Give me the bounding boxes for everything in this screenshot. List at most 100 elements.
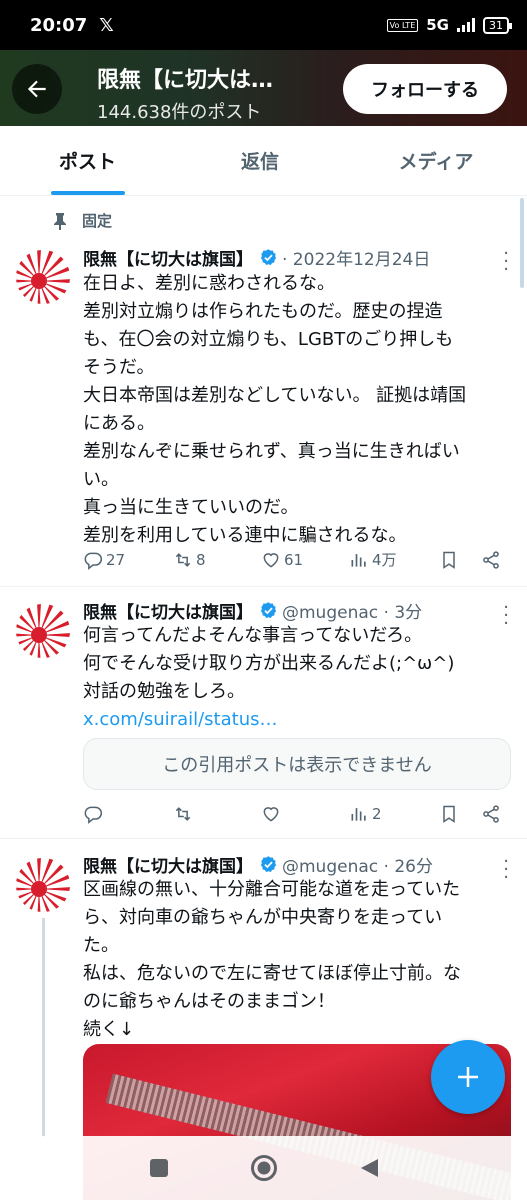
repost-icon xyxy=(175,807,191,821)
pin-icon xyxy=(54,212,66,230)
author-name[interactable]: 限無【に切大は旗国】 xyxy=(83,245,253,270)
author-name[interactable]: 限無【に切大は旗国】 xyxy=(83,852,253,877)
profile-header: 限無【に切大は… 144.638件のポスト フォローする xyxy=(0,50,527,126)
post-text: 何言ってんだよそんな事言ってないだろ。 何でそんな受け取り方が出来るんだよ(;^… xyxy=(83,622,513,734)
view-count: 4万 xyxy=(372,551,397,569)
views-button[interactable]: 2 xyxy=(349,804,439,824)
post-line: 何でそんな受け取り方が出来るんだよ(;^ω^) xyxy=(83,653,455,674)
rising-sun-flag-icon xyxy=(16,250,70,304)
repost-button[interactable] xyxy=(173,804,261,824)
post-actions: 2 xyxy=(83,804,507,824)
avatar[interactable] xyxy=(16,250,70,304)
verified-badge-icon xyxy=(260,602,277,618)
scrollbar[interactable] xyxy=(520,198,524,288)
profile-title: 限無【に切大は… xyxy=(97,68,274,93)
post-line: 続く↓ xyxy=(83,1019,135,1040)
post-line: 大日本帝国は差別などしていない。 証拠は靖国 xyxy=(83,385,467,406)
view-count: 2 xyxy=(372,805,382,823)
reply-count: 27 xyxy=(106,550,126,569)
post-count: 144.638件のポスト xyxy=(97,102,262,123)
post-author-row: 限無【に切大は旗国】 · 2022年12月24日 xyxy=(83,245,430,270)
network-type: 5G xyxy=(426,16,449,34)
post-author-row: 限無【に切大は旗国】 @mugenac · 3分 xyxy=(83,598,422,623)
author-name[interactable]: 限無【に切大は旗国】 xyxy=(83,598,253,623)
post-link[interactable]: x.com/suirail/status… xyxy=(83,706,513,734)
views-icon xyxy=(351,553,366,567)
divider xyxy=(0,838,527,839)
repost-icon xyxy=(175,552,191,567)
avatar[interactable] xyxy=(16,858,70,912)
reply-button[interactable] xyxy=(83,804,173,824)
repost-count: 8 xyxy=(196,550,206,569)
heart-icon xyxy=(263,552,279,568)
thread-line xyxy=(42,918,45,1138)
post-line: 差別を利用している連中に騙されるな。 xyxy=(83,525,407,546)
recents-icon[interactable] xyxy=(148,1157,170,1179)
post-actions: 27 8 61 4万 xyxy=(83,549,507,570)
reply-button[interactable]: 27 xyxy=(83,550,173,570)
bookmark-icon xyxy=(443,805,455,823)
follow-button[interactable]: フォローする xyxy=(343,64,507,114)
quote-unavailable[interactable]: この引用ポストは表示できません xyxy=(83,738,511,790)
post-date: · 2022年12月24日 xyxy=(282,250,431,270)
post-line: 真っ当に生きていいのだ。 xyxy=(83,497,299,518)
repost-button[interactable]: 8 xyxy=(173,550,261,570)
avatar[interactable] xyxy=(16,604,70,658)
back-nav-icon[interactable] xyxy=(358,1157,380,1179)
pinned-label: 固定 xyxy=(82,212,113,230)
status-bar: 20:07 𝕏 Vo LTE 5G 31 xyxy=(0,0,527,50)
post-line: 在日よ、差別に惑わされるな。 xyxy=(83,273,335,294)
verified-badge-icon xyxy=(260,249,277,265)
reply-icon xyxy=(84,806,103,824)
compose-button[interactable] xyxy=(431,1040,505,1114)
pinned-indicator: 固定 xyxy=(52,210,112,231)
bookmark-button[interactable] xyxy=(439,804,473,824)
like-count: 61 xyxy=(284,550,304,569)
post-text: 区画線の無い、十分離合可能な道を走っていた ら、対向車の爺ちゃんが中央寄りを走っ… xyxy=(83,876,513,1044)
rising-sun-flag-icon xyxy=(16,858,70,912)
bookmark-button[interactable] xyxy=(439,550,473,570)
post-line: 区画線の無い、十分離合可能な道を走っていた xyxy=(83,879,461,900)
post-author-row: 限無【に切大は旗国】 @mugenac · 26分 xyxy=(83,852,433,877)
signal-icon xyxy=(457,18,475,32)
home-icon[interactable] xyxy=(250,1154,278,1182)
post-line: 私は、危ないので左に寄せてほぼ停止寸前。な xyxy=(83,963,461,984)
post-handle-time: @mugenac · 3分 xyxy=(282,603,423,623)
views-button[interactable]: 4万 xyxy=(349,549,439,570)
post-line: 何言ってんだよそんな事言ってないだろ。 xyxy=(83,625,423,646)
volte-icon: Vo LTE xyxy=(386,18,419,32)
post-line: た。 xyxy=(83,935,119,956)
battery-icon: 31 xyxy=(483,16,512,34)
divider xyxy=(0,586,527,587)
views-icon xyxy=(351,808,366,821)
post-text: 在日よ、差別に惑わされるな。 差別対立煽りは作られたものだ。歴史の捏造 も、在〇… xyxy=(83,270,513,550)
post-line: のに爺ちゃんはそのままゴン！ xyxy=(83,991,335,1012)
tab-media[interactable]: メディア xyxy=(345,126,527,195)
like-button[interactable]: 61 xyxy=(261,550,349,570)
heart-icon xyxy=(263,807,279,822)
post-line: い。 xyxy=(83,469,119,490)
profile-tabs: ポスト 返信 メディア xyxy=(0,126,527,196)
share-button[interactable] xyxy=(481,550,501,570)
tab-replies[interactable]: 返信 xyxy=(175,126,345,195)
post-line: ら、対向車の爺ちゃんが中央寄りを走ってい xyxy=(83,907,443,928)
arrow-left-icon xyxy=(27,80,46,98)
plus-icon xyxy=(458,1067,478,1087)
rising-sun-flag-icon xyxy=(16,604,70,658)
post-line: にある。 xyxy=(83,413,155,434)
status-icons: Vo LTE 5G 31 xyxy=(386,16,512,34)
clock: 20:07 xyxy=(30,14,88,36)
back-button[interactable] xyxy=(12,64,62,114)
verified-badge-icon xyxy=(260,856,277,872)
bookmark-icon xyxy=(443,551,455,569)
share-icon xyxy=(483,550,499,569)
like-button[interactable] xyxy=(261,804,349,824)
share-button[interactable] xyxy=(481,804,501,824)
post-handle-time: @mugenac · 26分 xyxy=(282,857,433,877)
reply-icon xyxy=(84,552,103,570)
tab-posts[interactable]: ポスト xyxy=(0,126,175,195)
post-line: も、在〇会の対立煽りも、LGBTのごり押しも xyxy=(83,329,454,350)
post-line: そうだ。 xyxy=(83,357,155,378)
post-line: 差別なんぞに乗せられず、真っ当に生きればい xyxy=(83,441,460,462)
x-notification-icon: 𝕏 xyxy=(99,14,114,36)
